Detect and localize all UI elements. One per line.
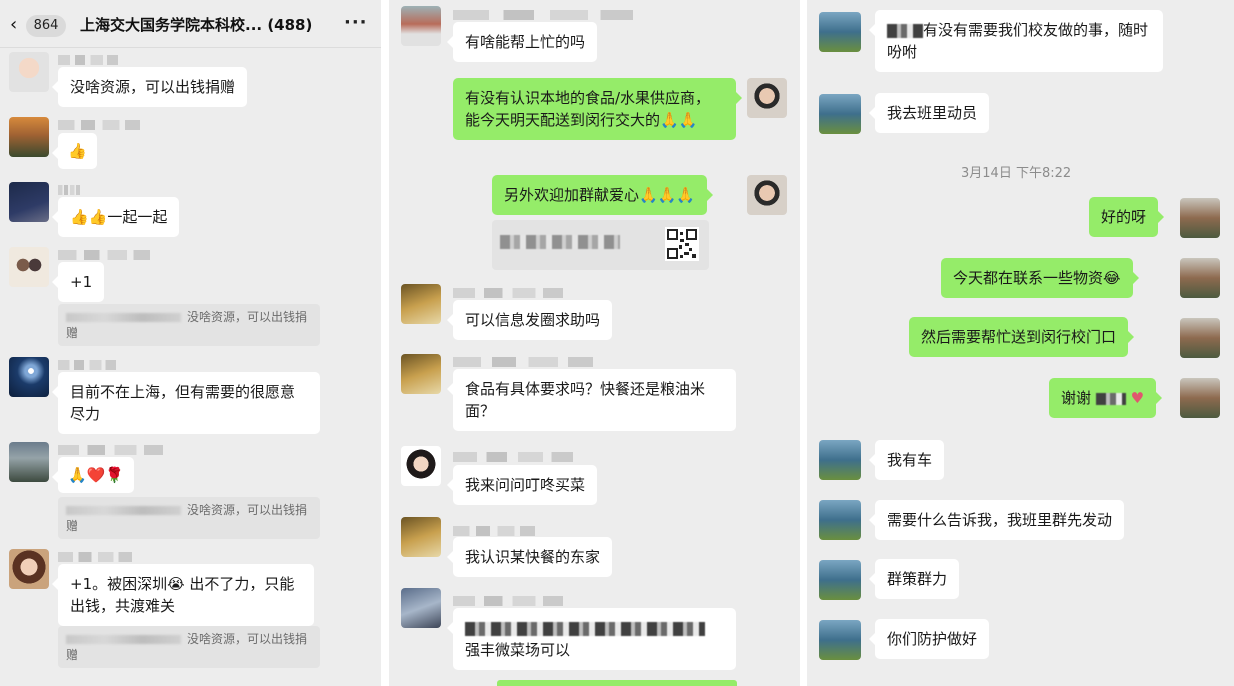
avatar[interactable] xyxy=(1180,198,1220,238)
qr-code-icon xyxy=(665,227,699,261)
avatar[interactable] xyxy=(747,175,787,215)
avatar[interactable] xyxy=(9,247,49,287)
back-arrow-icon[interactable]: ‹ xyxy=(10,14,17,35)
avatar[interactable] xyxy=(819,560,861,600)
avatar[interactable] xyxy=(9,442,49,482)
message-bubble[interactable]: 群策群力 xyxy=(868,559,960,599)
blurred-text xyxy=(887,23,923,38)
avatar[interactable] xyxy=(1180,258,1220,298)
message-bubble[interactable]: 谢谢 ♥ xyxy=(1049,378,1163,418)
sender-name-blurred xyxy=(453,452,573,462)
partial-outgoing-bubble xyxy=(497,680,737,686)
avatar[interactable] xyxy=(9,117,49,157)
message-text: 谢谢 xyxy=(1061,389,1092,407)
message-bubble[interactable]: 好的呀 xyxy=(1089,197,1165,237)
quoted-sender-blurred xyxy=(66,313,181,322)
message-bubble[interactable]: 我来问问叮咚买菜 xyxy=(446,465,598,505)
chat-header: ‹ 864 上海交大国务学院本科校... (488) ··· xyxy=(0,0,381,48)
quoted-qr-card[interactable] xyxy=(492,220,709,270)
message-bubble[interactable]: 我认识某快餐的东家 xyxy=(446,537,613,577)
sender-name-blurred xyxy=(58,250,150,260)
heart-emoji: ♥ xyxy=(1130,389,1145,407)
message-bubble[interactable]: 强丰微菜场可以 xyxy=(447,608,736,670)
message-text: 👍👍一起一起 xyxy=(70,208,168,226)
sender-name-blurred xyxy=(58,360,116,370)
quoted-sender-blurred xyxy=(66,506,181,515)
message-bubble[interactable]: 👍 xyxy=(52,133,97,169)
quoted-reply[interactable]: 没啥资源，可以出钱捐赠 xyxy=(58,626,320,668)
message-text: 有没有需要我们校友做的事，随时吩咐 xyxy=(887,21,1149,61)
message-bubble[interactable]: 有没有需要我们校友做的事，随时吩咐 xyxy=(869,10,1163,72)
avatar[interactable] xyxy=(819,500,861,540)
unread-count-badge[interactable]: 864 xyxy=(26,15,66,37)
sender-name-blurred xyxy=(58,185,80,195)
blurred-text xyxy=(1095,392,1126,405)
quoted-reply[interactable]: 没啥资源，可以出钱捐赠 xyxy=(58,304,320,346)
avatar[interactable] xyxy=(401,6,441,46)
avatar[interactable] xyxy=(401,354,441,394)
message-bubble[interactable]: 👍👍一起一起 xyxy=(51,197,180,237)
sender-name-blurred xyxy=(453,288,563,298)
blurred-text xyxy=(465,621,705,636)
message-bubble[interactable]: 食品有具体要求吗？快餐还是粮油米面？ xyxy=(447,369,736,431)
avatar[interactable] xyxy=(9,549,49,589)
avatar[interactable] xyxy=(9,182,49,222)
sender-name-blurred xyxy=(58,120,140,130)
message-bubble[interactable]: 没啥资源，可以出钱捐赠 xyxy=(51,67,248,107)
avatar[interactable] xyxy=(401,446,441,486)
message-bubble[interactable]: +1。被困深圳😭 出不了力，只能出钱，共渡难关 xyxy=(52,564,314,626)
message-bubble[interactable]: 你们防护做好 xyxy=(868,619,990,659)
avatar[interactable] xyxy=(819,94,861,134)
more-options-icon[interactable]: ··· xyxy=(344,12,368,33)
message-bubble[interactable]: 我去班里动员 xyxy=(868,93,990,133)
sender-name-blurred xyxy=(453,357,593,367)
avatar[interactable] xyxy=(747,78,787,118)
avatar[interactable] xyxy=(1180,318,1220,358)
thumbs-up-emoji: 👍 xyxy=(68,142,87,160)
message-bubble[interactable]: 目前不在上海，但有需要的很愿意尽力 xyxy=(52,372,320,434)
message-bubble[interactable]: 另外欢迎加群献爱心🙏🙏🙏 xyxy=(492,175,714,215)
avatar[interactable] xyxy=(1180,378,1220,418)
message-bubble[interactable]: 然后需要帮忙送到闵行校门口 xyxy=(909,317,1135,357)
chat-screenshot-3: 有没有需要我们校友做的事，随时吩咐 我去班里动员 3月14日 下午8:22 好的… xyxy=(807,0,1234,686)
group-title: 上海交大国务学院本科校... (488) xyxy=(80,16,313,34)
avatar[interactable] xyxy=(401,284,441,324)
message-bubble[interactable]: 我有车 xyxy=(868,440,945,480)
quoted-sender-blurred xyxy=(500,235,620,249)
avatar[interactable] xyxy=(401,588,441,628)
chat-screenshot-2: 有啥能帮上忙的吗 有没有认识本地的食品/水果供应商，能今天明天配送到闵行交大的🙏… xyxy=(389,0,800,686)
message-bubble[interactable]: 有没有认识本地的食品/水果供应商，能今天明天配送到闵行交大的🙏🙏 xyxy=(453,78,742,140)
avatar[interactable] xyxy=(9,357,49,397)
quoted-sender-blurred xyxy=(66,635,181,644)
sender-name-blurred xyxy=(453,10,633,20)
sender-name-blurred xyxy=(453,526,535,536)
message-text: 强丰微菜场可以 xyxy=(465,641,571,659)
message-bubble[interactable]: 🙏❤️🌹 xyxy=(51,457,135,493)
message-bubble[interactable]: 需要什么告诉我，我班里群先发动 xyxy=(868,500,1125,540)
message-bubble[interactable]: 今天都在联系一些物资😂 xyxy=(941,258,1139,298)
sender-name-blurred xyxy=(453,596,563,606)
quoted-reply[interactable]: 没啥资源，可以出钱捐赠 xyxy=(58,497,320,539)
avatar[interactable] xyxy=(9,52,49,92)
message-bubble[interactable]: 有啥能帮上忙的吗 xyxy=(446,22,598,62)
avatar[interactable] xyxy=(401,517,441,557)
sender-name-blurred xyxy=(58,55,118,65)
sender-name-blurred xyxy=(58,445,163,455)
avatar[interactable] xyxy=(819,12,861,52)
chat-screenshot-1: ‹ 864 上海交大国务学院本科校... (488) ··· 没啥资源，可以出钱… xyxy=(0,0,381,686)
message-bubble[interactable]: +1 xyxy=(51,262,105,302)
sender-name-blurred xyxy=(58,552,132,562)
avatar[interactable] xyxy=(819,440,861,480)
message-bubble[interactable]: 可以信息发圈求助吗 xyxy=(446,300,613,340)
avatar[interactable] xyxy=(819,620,861,660)
timestamp: 3月14日 下午8:22 xyxy=(961,166,1072,181)
